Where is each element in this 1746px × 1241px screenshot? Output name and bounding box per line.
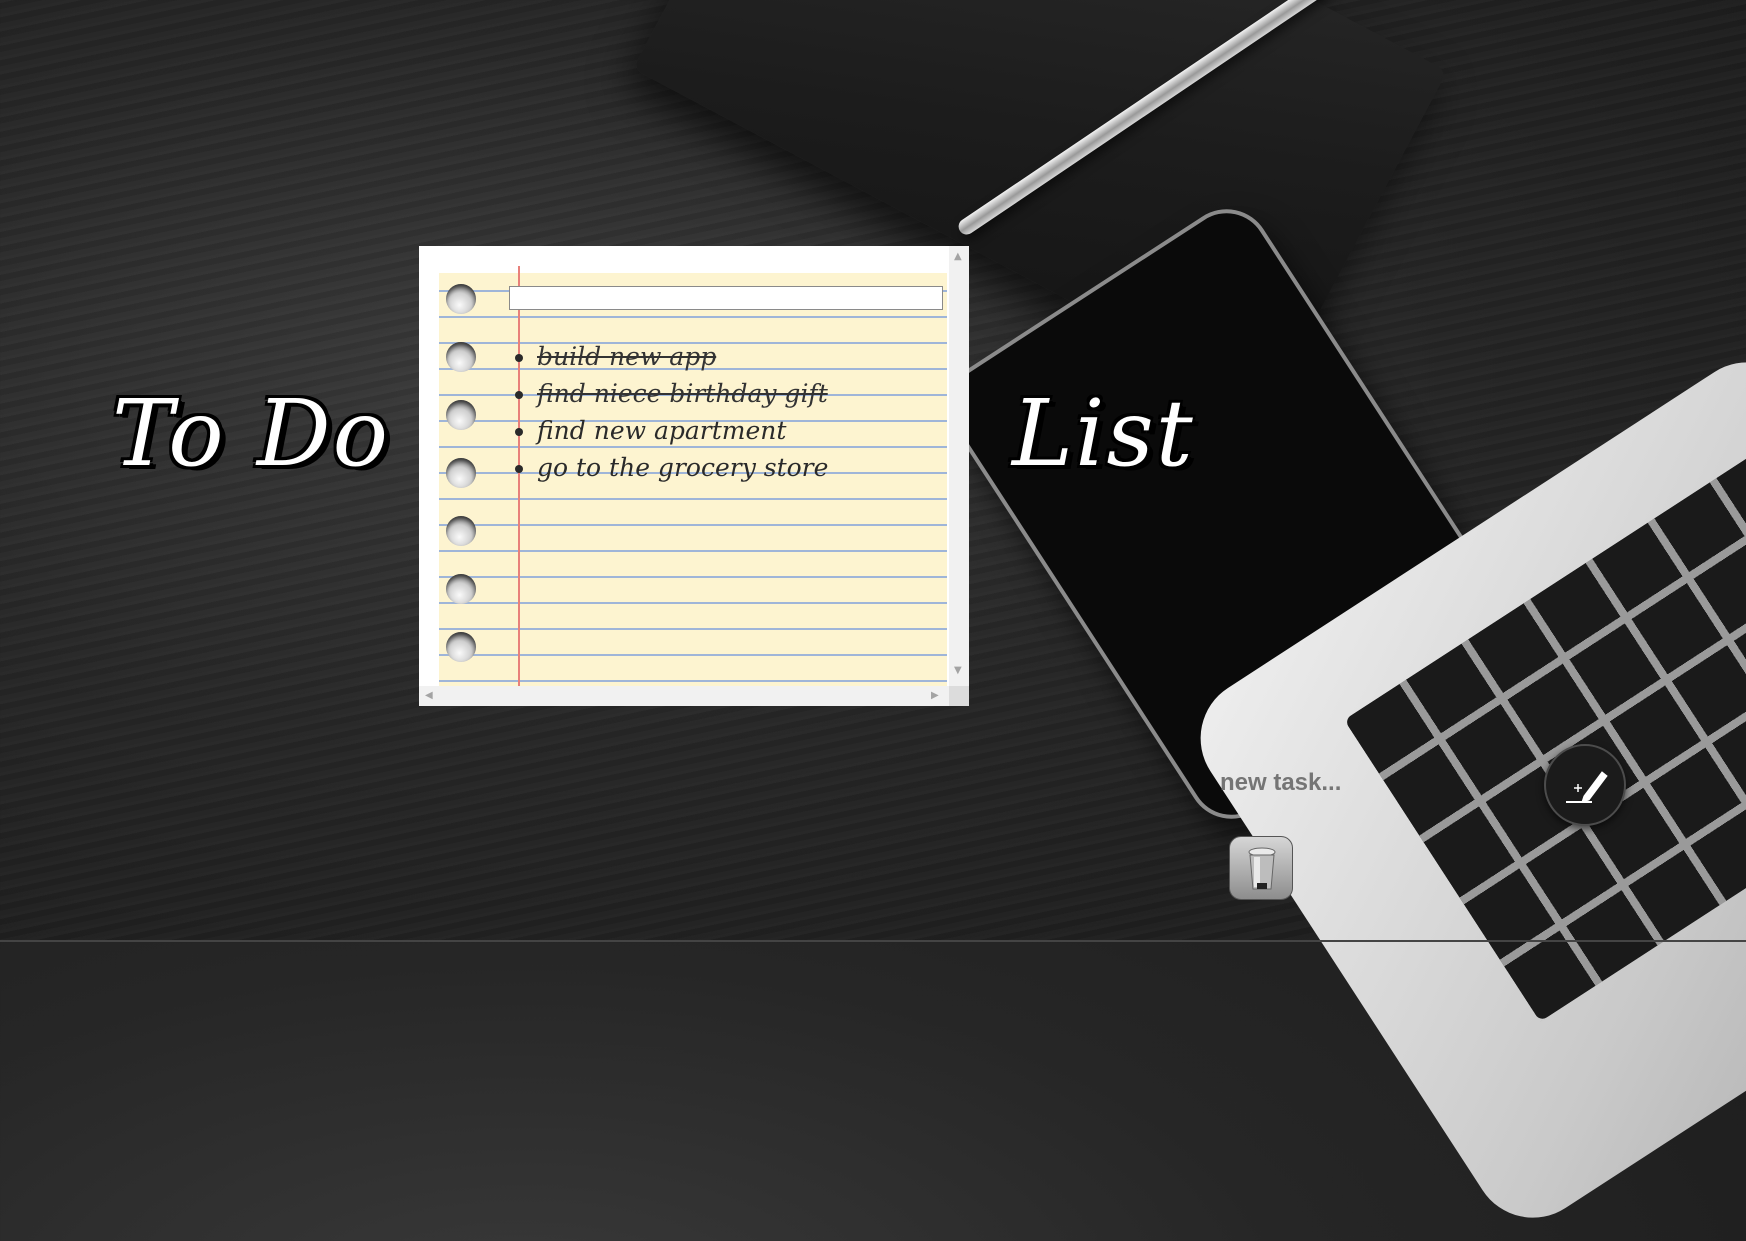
task-text: build new app <box>537 342 717 371</box>
task-item[interactable]: build new app <box>537 338 828 375</box>
task-edit-input[interactable] <box>509 286 943 310</box>
task-item[interactable]: find new apartment <box>537 412 828 449</box>
task-text: find new apartment <box>537 416 787 445</box>
task-text: go to the grocery store <box>537 453 829 482</box>
binder-hole <box>446 284 476 314</box>
scroll-left-arrow-icon[interactable]: ◀ <box>425 691 433 701</box>
scroll-up-arrow-icon[interactable]: ▲ <box>954 252 962 262</box>
binder-holes <box>446 284 476 706</box>
task-text: find niece birthday gift <box>537 379 828 408</box>
todo-paper-panel[interactable]: build new app find niece birthday gift f… <box>419 246 969 706</box>
trash-can-icon <box>1248 847 1276 890</box>
new-task-input[interactable] <box>1220 769 1548 797</box>
binder-hole <box>446 516 476 546</box>
binder-hole <box>446 574 476 604</box>
binder-hole <box>446 458 476 488</box>
task-item[interactable]: find niece birthday gift <box>537 375 828 412</box>
add-task-button[interactable] <box>1544 744 1626 826</box>
horizontal-scrollbar[interactable]: ◀ ▶ <box>419 686 949 706</box>
pencil-add-icon <box>1566 771 1608 803</box>
title-left: To Do <box>112 380 391 487</box>
scroll-down-arrow-icon[interactable]: ▼ <box>954 666 962 676</box>
delete-tasks-button[interactable] <box>1229 836 1293 900</box>
task-item[interactable]: go to the grocery store <box>537 449 828 486</box>
binder-hole <box>446 400 476 430</box>
scrollbar-corner <box>949 686 969 706</box>
scroll-right-arrow-icon[interactable]: ▶ <box>931 691 939 701</box>
binder-hole <box>446 632 476 662</box>
binder-hole <box>446 342 476 372</box>
title-right: List <box>1012 380 1195 487</box>
vertical-scrollbar[interactable]: ▲ ▼ <box>949 246 969 686</box>
task-list: build new app find niece birthday gift f… <box>511 338 828 486</box>
